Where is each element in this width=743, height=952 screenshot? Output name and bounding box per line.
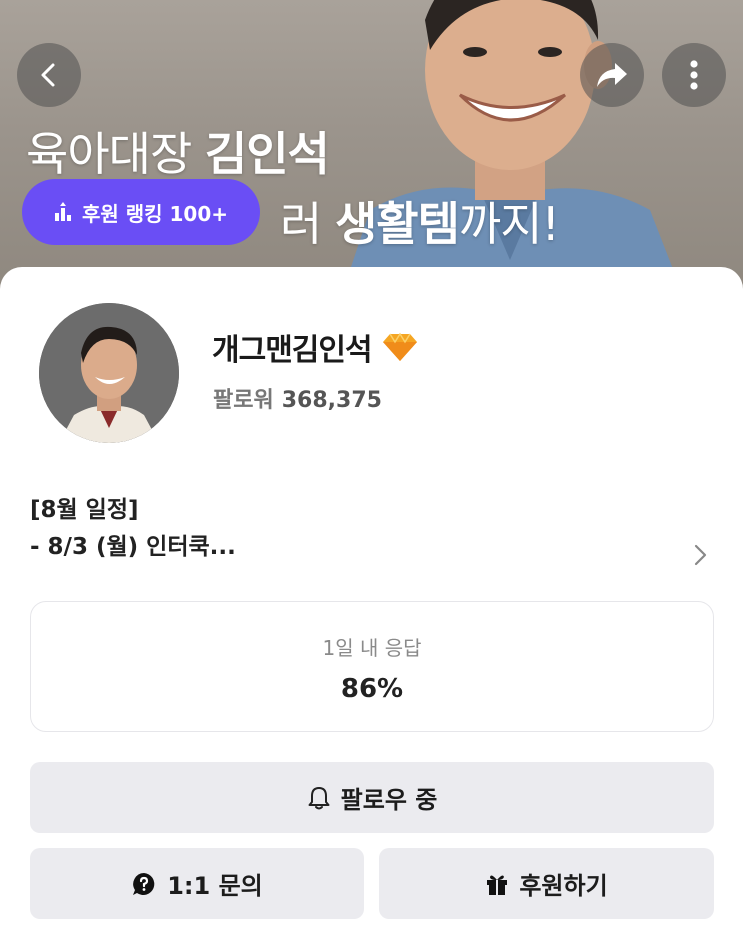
bio-line: - 8/3 (월) 인터쿡...: [30, 534, 236, 560]
gift-icon: [487, 875, 508, 895]
share-arrow-icon: [597, 63, 627, 87]
avatar-portrait-image: [39, 303, 179, 443]
more-vertical-icon: [690, 60, 698, 90]
ranking-bars-icon: [54, 202, 71, 221]
avatar[interactable]: [39, 303, 179, 443]
response-rate-box: 1일 내 응답 86%: [30, 601, 714, 732]
profile-name-row: 개그맨김인석: [212, 325, 418, 369]
hero-title-line1: 육아대장 김인석: [26, 127, 330, 181]
response-rate-label: 1일 내 응답: [322, 636, 422, 660]
chevron-left-icon: [41, 63, 55, 87]
following-button[interactable]: 팔로우 중: [30, 762, 714, 833]
more-options-button[interactable]: [662, 43, 726, 107]
question-bubble-icon: [133, 872, 155, 895]
ranking-badge[interactable]: 후원 랭킹 100+: [22, 179, 260, 245]
profile-name: 개그맨김인석: [212, 333, 373, 368]
bio-line: [8월 일정]: [30, 497, 139, 523]
hero-title-line2: 러 생활템까지!: [280, 197, 560, 251]
profile-card: 개그맨김인석 팔로워 368,375 [8월 일정] - 8/3 (월) 인터쿡.…: [0, 267, 743, 952]
share-button[interactable]: [580, 43, 644, 107]
inquiry-button[interactable]: 1:1 문의: [30, 848, 364, 919]
donate-button-label: 후원하기: [519, 872, 608, 900]
ranking-badge-label: 후원 랭킹 100+: [81, 201, 229, 226]
inquiry-button-label: 1:1 문의: [167, 872, 263, 900]
bio-section[interactable]: [8월 일정] - 8/3 (월) 인터쿡...: [30, 492, 710, 566]
following-button-label: 팔로우 중: [340, 786, 438, 814]
follower-count: 팔로워 368,375: [213, 388, 382, 413]
bell-icon: [308, 786, 330, 809]
chevron-right-icon[interactable]: [690, 543, 710, 567]
hero-banner: 육아대장 김인석 러 생활템까지! 후원 랭킹 100+: [0, 0, 743, 290]
response-rate-value: 86%: [340, 674, 404, 704]
back-button[interactable]: [17, 43, 81, 107]
diamond-icon: [382, 332, 417, 361]
donate-button[interactable]: 후원하기: [379, 848, 714, 919]
